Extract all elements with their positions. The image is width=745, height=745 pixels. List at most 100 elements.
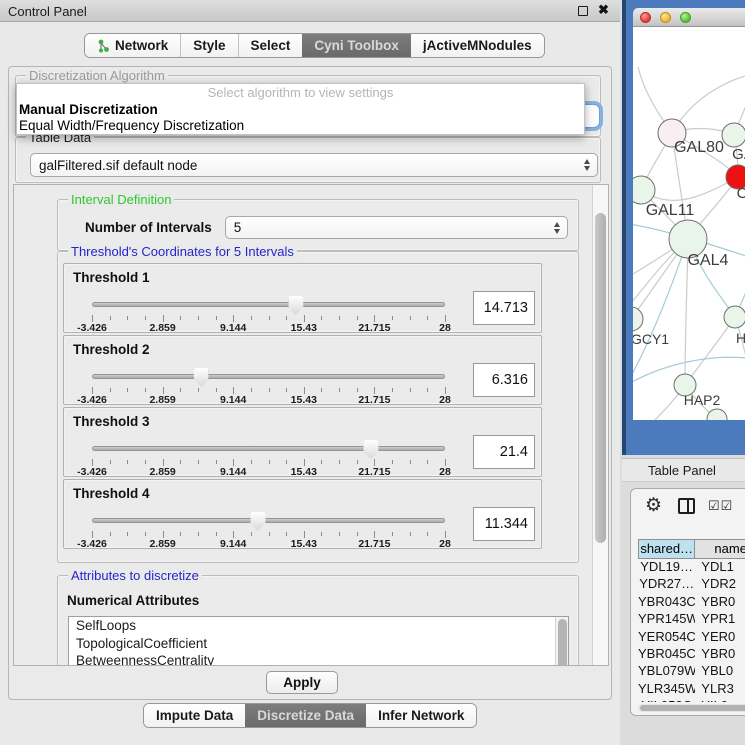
threshold-label: Threshold 4 — [73, 486, 150, 501]
network-canvas[interactable]: GAL80GACGAL11GAL4GCY1HHAP2 — [633, 27, 745, 420]
node-label: GAL4 — [688, 252, 729, 269]
table-row[interactable]: YBL079WYBL0 — [638, 663, 745, 680]
table-row[interactable]: YDL19…YDL1 — [638, 559, 745, 576]
attributes-group-title: Attributes to discretize — [68, 568, 202, 583]
cell-name[interactable]: YIL0 — [695, 698, 745, 702]
panel-scrollbar-thumb[interactable] — [595, 213, 606, 543]
cell-shared-name[interactable]: YBR043C — [638, 594, 695, 611]
cell-shared-name[interactable]: YER054C — [638, 629, 695, 646]
node-label: HAP2 — [684, 392, 721, 408]
panel-vertical-scrollbar[interactable] — [592, 185, 608, 665]
cell-shared-name[interactable]: YPR145W — [638, 611, 695, 628]
tab-network[interactable]: Network — [85, 34, 180, 57]
screen: Control Panel ✖ Network Style Select Cyn… — [0, 0, 745, 745]
tab-discretize-data[interactable]: Discretize Data — [245, 704, 366, 727]
cell-name[interactable]: YBL0 — [695, 663, 745, 680]
table-row[interactable]: YBR043CYBR0 — [638, 594, 745, 611]
table-scrollbar-thumb[interactable] — [640, 705, 745, 711]
column-header-name[interactable]: name — [695, 539, 745, 559]
attribute-item[interactable]: BetweennessCentrality — [69, 652, 568, 666]
algorithm-option-equal-width[interactable]: Equal Width/Frequency Discretization — [17, 118, 584, 134]
table-data-select[interactable]: galFiltered.sif default node — [30, 153, 598, 177]
network-node[interactable] — [722, 123, 745, 147]
columns-icon[interactable] — [678, 498, 695, 514]
interval-definition-group-title: Interval Definition — [68, 192, 174, 207]
node-label: H — [736, 330, 745, 346]
threshold-value[interactable]: 6.316 — [473, 363, 535, 397]
cell-shared-name[interactable]: YBR045C — [638, 646, 695, 663]
threshold-value[interactable]: 11.344 — [473, 507, 535, 541]
table-horizontal-scrollbar[interactable] — [638, 704, 745, 712]
algorithm-option-manual[interactable]: Manual Discretization — [17, 102, 584, 118]
tab-select[interactable]: Select — [238, 34, 303, 57]
threshold-box: Threshold 3 -3.4262.8599.14415.4321.7152… — [63, 407, 542, 477]
slider-thumb[interactable] — [250, 512, 265, 531]
cell-name[interactable]: YPR1 — [695, 611, 745, 628]
threshold-value[interactable]: 14.713 — [473, 291, 535, 325]
number-of-intervals-label: Number of Intervals — [85, 220, 212, 235]
algorithm-dropdown-popup: Select algorithm to view settings Manual… — [16, 83, 585, 135]
network-window-titlebar[interactable] — [633, 8, 745, 27]
slider-track[interactable] — [92, 446, 445, 451]
zoom-traffic-light-icon[interactable] — [680, 12, 691, 23]
cell-name[interactable]: YBR0 — [695, 594, 745, 611]
slider-track[interactable] — [92, 302, 445, 307]
tab-impute-data[interactable]: Impute Data — [144, 704, 245, 727]
minimize-traffic-light-icon[interactable] — [660, 12, 671, 23]
table-row[interactable]: YLR345WYLR3 — [638, 681, 745, 698]
tab-style[interactable]: Style — [180, 34, 237, 57]
cell-shared-name[interactable]: YLR345W — [638, 681, 695, 698]
slider-track[interactable] — [92, 374, 445, 379]
cell-name[interactable]: YDL1 — [695, 559, 745, 576]
close-icon[interactable]: ✖ — [598, 2, 609, 18]
number-of-intervals-row: Number of Intervals 5 — [58, 216, 578, 239]
apply-button[interactable]: Apply — [266, 671, 338, 694]
checkbox-icons[interactable]: ☑☑ — [708, 498, 733, 514]
cell-name[interactable]: YLR3 — [695, 681, 745, 698]
table-row[interactable]: YDR27…YDR2 — [638, 576, 745, 593]
tab-cyni-toolbox[interactable]: Cyni Toolbox — [302, 34, 411, 57]
numerical-attributes-list[interactable]: SelfLoopsTopologicalCoefficientBetweenne… — [68, 616, 569, 666]
slider-scale-labels: -3.4262.8599.14415.4321.71528 — [92, 322, 445, 333]
cell-shared-name[interactable]: YDR27… — [638, 576, 695, 593]
column-header-shared[interactable]: shared… — [638, 539, 695, 559]
network-node[interactable] — [633, 307, 643, 331]
table-row[interactable]: YIL052CYIL0 — [638, 698, 745, 702]
tab-label: Select — [251, 38, 291, 53]
spinner-arrows-icon — [584, 159, 590, 171]
tab-jactivemnodules[interactable]: jActiveMNodules — [411, 34, 544, 57]
cell-shared-name[interactable]: YDL19… — [638, 559, 695, 576]
threshold-slider[interactable] — [92, 440, 445, 458]
cell-shared-name[interactable]: YIL052C — [638, 698, 695, 702]
threshold-slider[interactable] — [92, 296, 445, 314]
threshold-value[interactable]: 21.4 — [473, 435, 535, 469]
slider-thumb[interactable] — [363, 440, 378, 459]
table-row[interactable]: YPR145WYPR1 — [638, 611, 745, 628]
float-window-icon[interactable] — [578, 6, 588, 16]
slider-thumb[interactable] — [194, 368, 209, 387]
close-traffic-light-icon[interactable] — [640, 12, 651, 23]
table-row[interactable]: YBR045CYBR0 — [638, 646, 745, 663]
threshold-slider[interactable] — [92, 368, 445, 386]
node-label: C — [737, 185, 745, 202]
table-row[interactable]: YER054CYER0 — [638, 629, 745, 646]
gear-icon[interactable]: ⚙ — [645, 494, 662, 517]
cell-name[interactable]: YDR2 — [695, 576, 745, 593]
slider-track[interactable] — [92, 518, 445, 523]
attribute-item[interactable]: TopologicalCoefficient — [69, 635, 568, 653]
number-of-intervals-select[interactable]: 5 — [225, 216, 568, 239]
threshold-slider[interactable] — [92, 512, 445, 530]
tab-infer-network[interactable]: Infer Network — [366, 704, 476, 727]
network-node[interactable] — [707, 409, 727, 420]
attribute-item[interactable]: SelfLoops — [69, 617, 568, 635]
cell-shared-name[interactable]: YBL079W — [638, 663, 695, 680]
cell-name[interactable]: YBR0 — [695, 646, 745, 663]
node-label: GA — [732, 146, 745, 163]
attributes-scrollbar-thumb[interactable] — [558, 619, 567, 666]
slider-thumb[interactable] — [288, 296, 303, 315]
network-node[interactable] — [633, 176, 655, 204]
attributes-scrollbar[interactable] — [555, 617, 568, 666]
network-node[interactable] — [724, 306, 745, 328]
cell-name[interactable]: YER0 — [695, 629, 745, 646]
bottom-tab-bar: Impute Data Discretize Data Infer Networ… — [143, 703, 477, 728]
